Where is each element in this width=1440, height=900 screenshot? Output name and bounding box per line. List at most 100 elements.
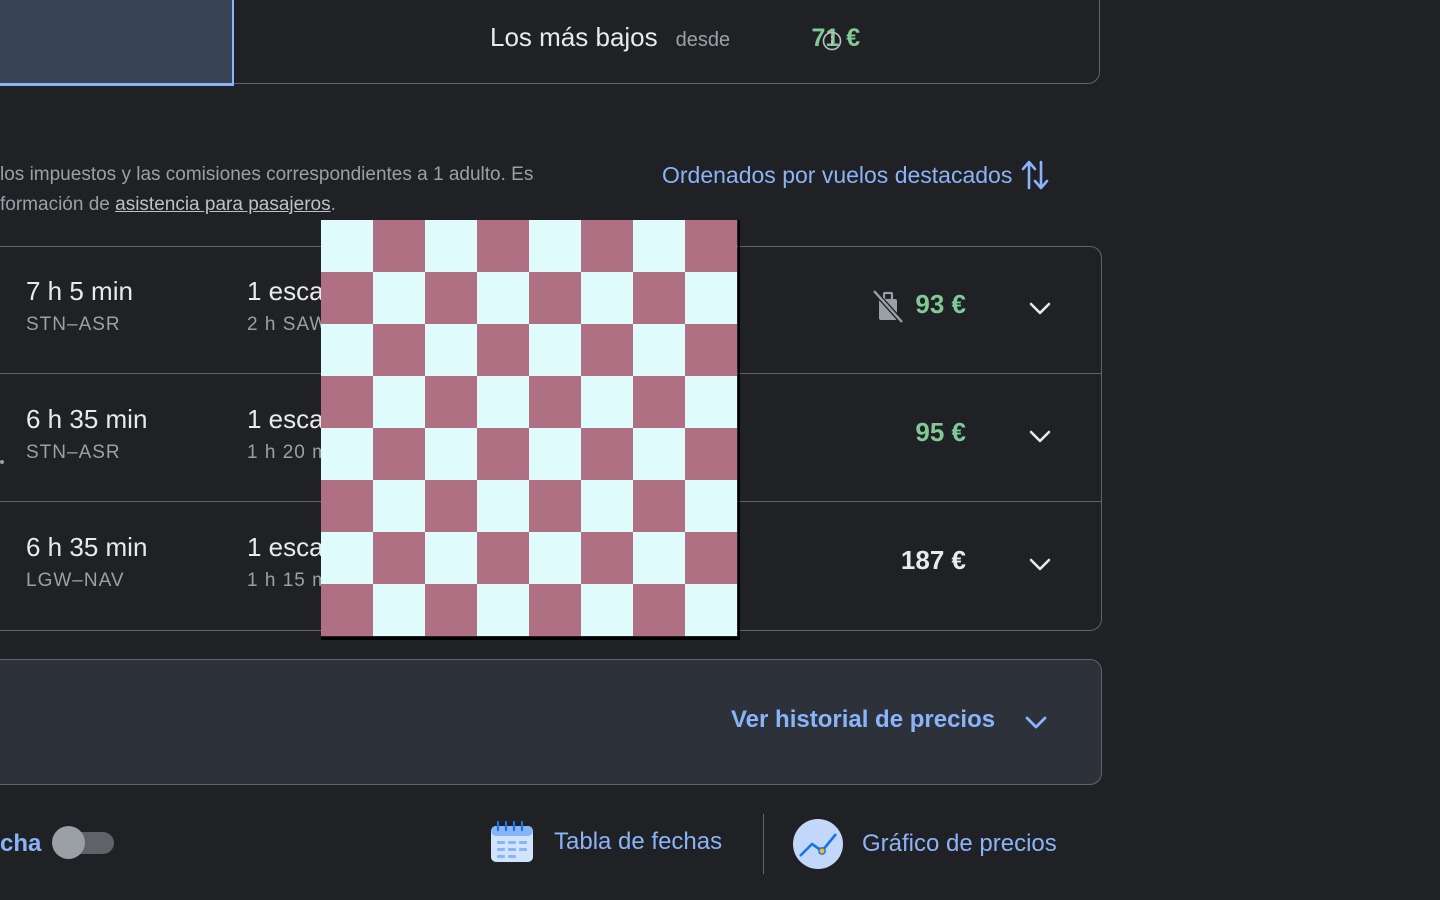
date-grid-label: Tabla de fechas	[554, 828, 723, 855]
sort-button[interactable]: Ordenados por vuelos destacados	[662, 158, 1050, 192]
checker-tile	[581, 272, 633, 324]
checker-tile	[633, 376, 685, 428]
calendar-icon	[491, 820, 533, 862]
price-note-line1: los impuestos y las comisiones correspon…	[0, 164, 534, 185]
price-graph-icon	[793, 819, 843, 869]
checker-tile	[321, 428, 373, 480]
flight-duration: 7 h 5 min	[26, 276, 133, 306]
checker-tile	[685, 428, 737, 480]
checker-tile	[321, 376, 373, 428]
chevron-down-icon[interactable]	[1026, 550, 1054, 578]
checker-tile	[477, 324, 529, 376]
date-grid-button[interactable]: Tabla de fechas	[488, 818, 722, 866]
checker-tile	[529, 584, 581, 636]
checker-tile	[633, 584, 685, 636]
checker-tile	[425, 220, 477, 272]
checker-tile	[425, 324, 477, 376]
flight-layover: 1 h 15 min	[247, 570, 321, 591]
checker-tile	[581, 220, 633, 272]
checker-tile	[425, 532, 477, 584]
tab-best-selected[interactable]	[0, 0, 234, 86]
tab-lowest-from: desde	[675, 29, 731, 51]
checker-tile	[373, 272, 425, 324]
checker-tile	[529, 532, 581, 584]
flight-route: LGW–NAV	[26, 570, 125, 591]
date-toggle-label: cha	[0, 830, 42, 857]
checker-tile	[581, 376, 633, 428]
checker-tile	[321, 532, 373, 584]
checker-tile	[685, 480, 737, 532]
checker-tile	[633, 324, 685, 376]
flight-route: STN–ASR	[26, 314, 121, 335]
price-note: los impuestos y las comisiones correspon…	[0, 160, 533, 220]
checker-tile	[425, 584, 477, 636]
checker-tile	[477, 272, 529, 324]
passenger-assistance-link[interactable]: asistencia para pasajeros	[115, 194, 330, 215]
flight-layover: 2 h SAW	[247, 314, 321, 335]
checker-tile	[477, 532, 529, 584]
price-note-line2: formación de asistencia para pasajeros.	[0, 190, 533, 220]
checker-tile	[425, 480, 477, 532]
tab-lowest-label: Los más bajos	[490, 22, 658, 52]
checker-tile	[685, 220, 737, 272]
checker-tile	[321, 220, 373, 272]
checker-tile	[529, 272, 581, 324]
tab-lowest-price-value: 71 €	[811, 24, 861, 52]
checker-tile	[685, 584, 737, 636]
checker-tile	[373, 220, 425, 272]
checker-tile	[321, 584, 373, 636]
checkerboard-overlay-image	[321, 220, 740, 640]
price-graph-button[interactable]: Gráfico de precios	[792, 818, 1057, 870]
price-history-link[interactable]: Ver historial de precios	[731, 706, 995, 734]
checker-tile	[633, 480, 685, 532]
checker-tile	[373, 480, 425, 532]
price-note-line2-prefix: formación de	[0, 194, 116, 215]
checker-tile	[581, 480, 633, 532]
toggle-knob	[52, 826, 85, 859]
checker-tile	[581, 428, 633, 480]
checker-tile	[581, 584, 633, 636]
flight-stops: 1 escala	[247, 532, 321, 562]
flight-duration: 6 h 35 min	[26, 404, 148, 434]
checker-tile	[321, 272, 373, 324]
truncated-text-dot	[0, 460, 4, 464]
checker-tile	[685, 376, 737, 428]
flight-layover: 1 h 20 min	[247, 442, 321, 463]
flight-price: 95 €	[915, 417, 966, 447]
checker-tile	[321, 324, 373, 376]
date-toggle-switch[interactable]	[52, 826, 114, 859]
checker-tile	[633, 272, 685, 324]
checker-tile	[529, 324, 581, 376]
flight-price: 93 €	[915, 289, 966, 319]
checker-tile	[685, 324, 737, 376]
checker-tile	[477, 480, 529, 532]
sort-button-label: Ordenados por vuelos destacados	[662, 161, 1013, 188]
checker-tile	[529, 480, 581, 532]
checker-tile	[529, 428, 581, 480]
price-graph-label: Gráfico de precios	[862, 830, 1057, 857]
checker-tile	[685, 272, 737, 324]
tab-lowest-price[interactable]: Los más bajos desde 71 €	[490, 22, 860, 53]
sort-arrows-icon	[1022, 160, 1049, 190]
checker-tile	[477, 584, 529, 636]
checker-tile	[477, 376, 529, 428]
chevron-down-icon[interactable]	[1026, 294, 1054, 322]
price-note-line2-suffix: .	[330, 194, 336, 215]
checker-tile	[685, 532, 737, 584]
checker-tile	[581, 324, 633, 376]
checker-tile	[529, 376, 581, 428]
checker-tile	[633, 220, 685, 272]
flight-stops: 1 escala	[247, 276, 321, 306]
checker-tile	[373, 584, 425, 636]
checker-tile	[373, 376, 425, 428]
checker-tile	[373, 324, 425, 376]
checker-tile	[477, 220, 529, 272]
flight-route: STN–ASR	[26, 442, 121, 463]
chevron-down-icon[interactable]	[1022, 708, 1050, 736]
info-icon[interactable]	[822, 31, 842, 51]
checker-tile	[425, 428, 477, 480]
chevron-down-icon[interactable]	[1026, 422, 1054, 450]
checker-tile	[581, 532, 633, 584]
checker-tile	[425, 376, 477, 428]
checker-tile	[373, 428, 425, 480]
